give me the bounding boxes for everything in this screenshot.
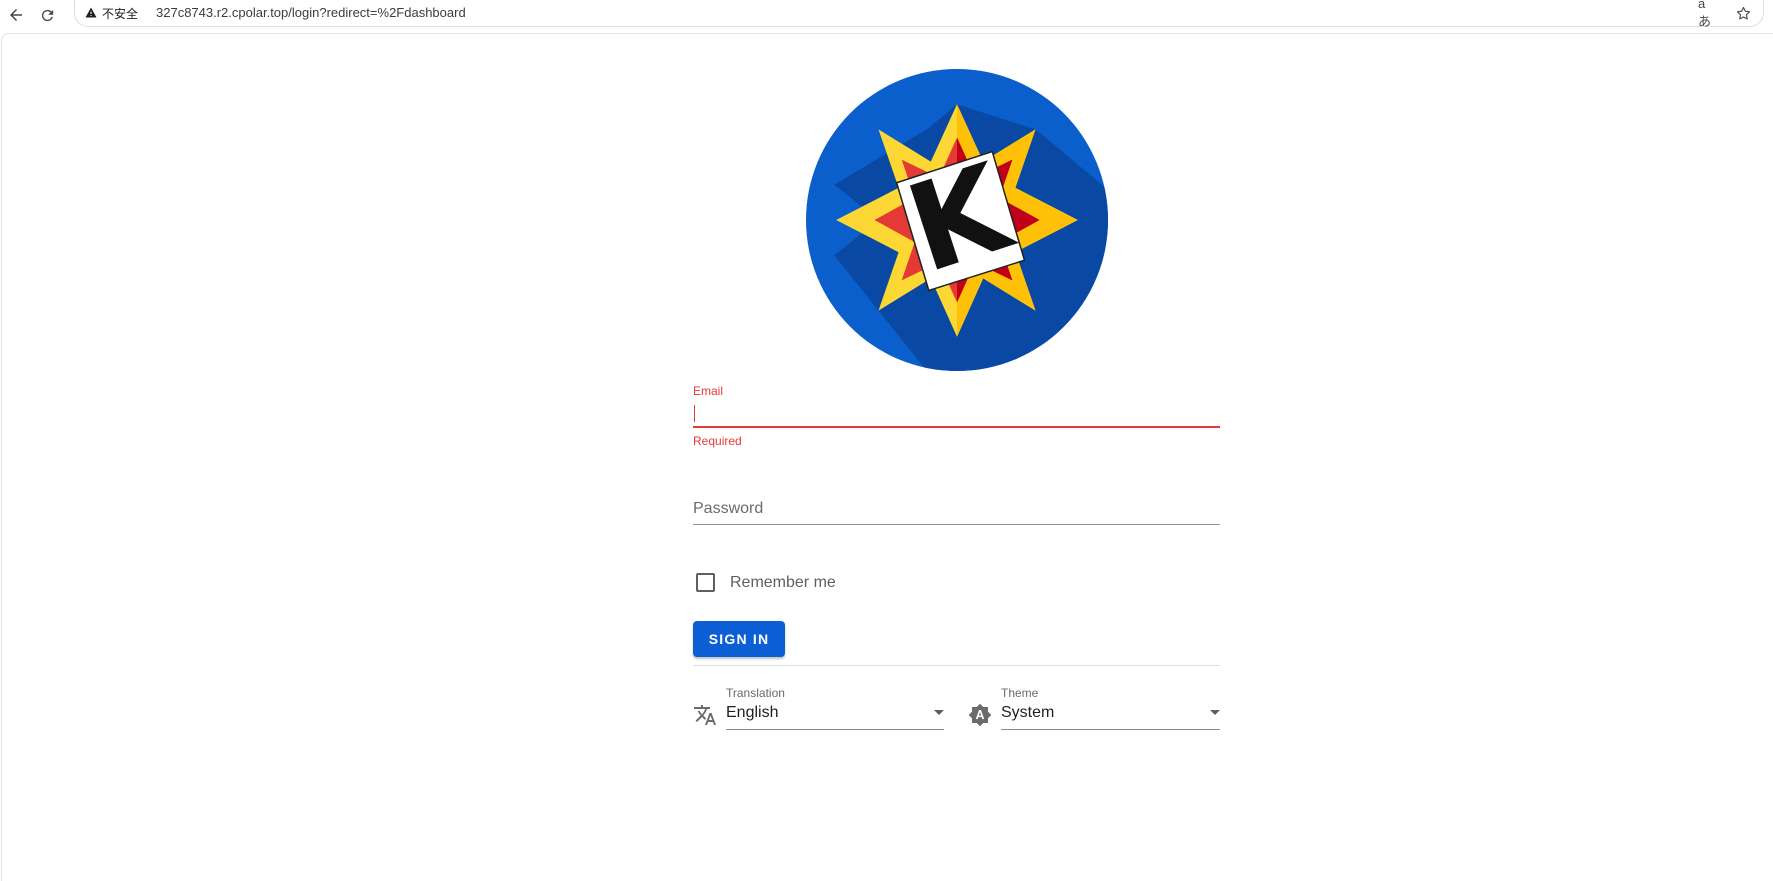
email-required-error: Required <box>693 434 742 448</box>
theme-select[interactable]: System <box>1001 704 1220 730</box>
theme-label: Theme <box>1001 686 1039 700</box>
url-text[interactable]: 327c8743.r2.cpolar.top/login?redirect=%2… <box>156 5 466 20</box>
remember-me-checkbox[interactable]: Remember me <box>693 573 836 592</box>
sign-in-button[interactable]: SIGN IN <box>693 621 785 657</box>
dropdown-arrow-icon <box>934 710 944 715</box>
translation-value: English <box>726 704 779 721</box>
divider <box>693 665 1220 666</box>
star-icon[interactable] <box>1733 3 1753 23</box>
reload-icon[interactable] <box>34 2 60 28</box>
security-indicator[interactable]: 不安全 <box>85 5 138 22</box>
security-label: 不安全 <box>102 7 139 21</box>
browser-toolbar: 不安全 327c8743.r2.cpolar.top/login?redirec… <box>0 0 1773 30</box>
translation-label: Translation <box>726 686 785 700</box>
translate-icon <box>693 703 717 727</box>
email-label: Email <box>693 384 724 398</box>
warning-icon <box>85 7 97 21</box>
email-field[interactable] <box>693 398 1220 428</box>
translation-select[interactable]: English <box>726 704 944 730</box>
password-field[interactable] <box>693 494 1220 525</box>
translate-icon[interactable]: aあ <box>1698 0 1718 29</box>
address-bar[interactable]: 不安全 327c8743.r2.cpolar.top/login?redirec… <box>74 0 1764 29</box>
checkbox-icon[interactable] <box>696 573 715 592</box>
password-field-group <box>693 494 1220 526</box>
dropdown-arrow-icon <box>1210 710 1220 715</box>
brightness-auto-icon <box>968 703 992 727</box>
app-logo: K <box>806 69 1108 371</box>
remember-me-label: Remember me <box>730 573 836 591</box>
theme-value: System <box>1001 704 1055 721</box>
email-field-group: Email Required <box>693 384 1220 454</box>
text-caret <box>694 405 695 422</box>
back-arrow-icon[interactable] <box>3 2 29 28</box>
